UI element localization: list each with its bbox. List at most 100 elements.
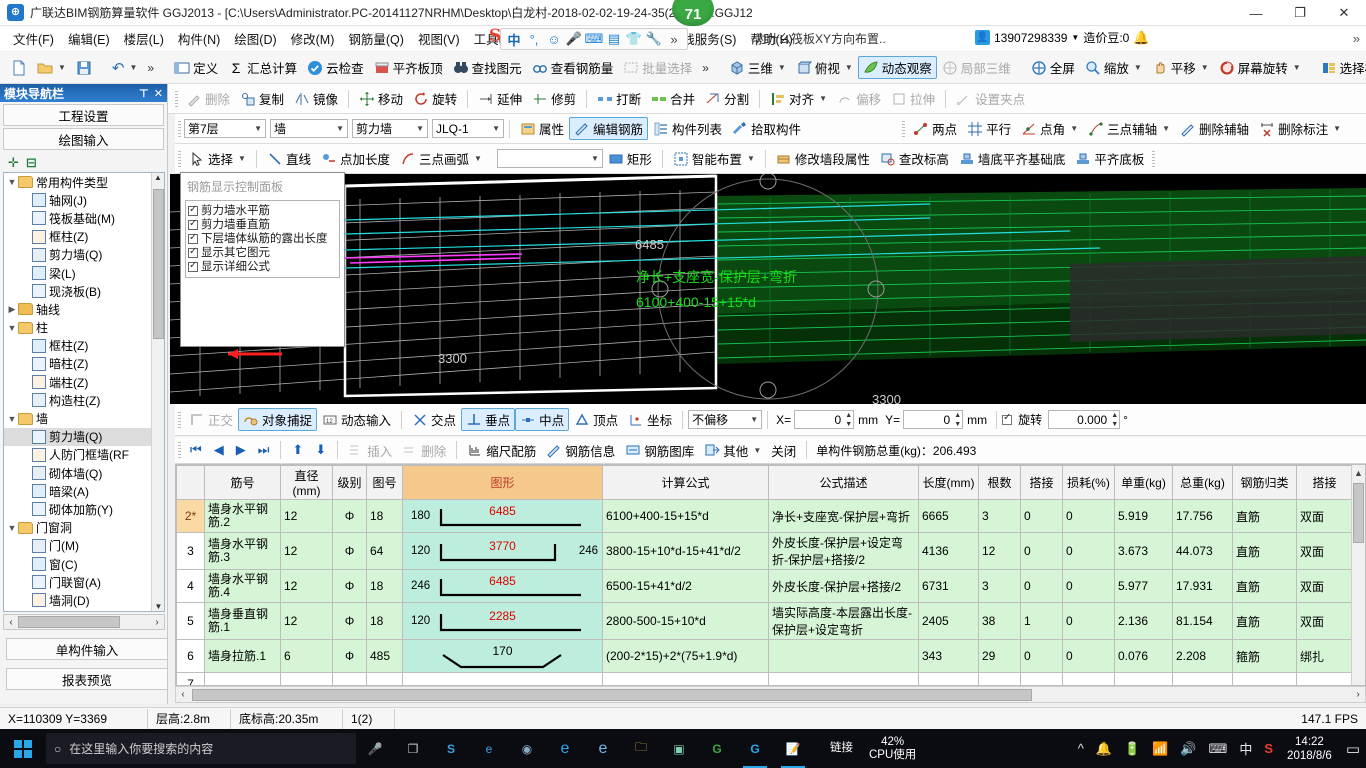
rebar-lap-form[interactable]: 双面 bbox=[1296, 569, 1353, 603]
taskbar-app-ggj-icon[interactable]: G bbox=[736, 729, 774, 768]
undo-button[interactable]: ↶ ▼ bbox=[107, 57, 143, 79]
tray-expand-icon[interactable]: ^ bbox=[1072, 741, 1090, 756]
row-number[interactable]: 5 bbox=[176, 602, 205, 640]
start-button[interactable] bbox=[0, 729, 46, 768]
battery-icon[interactable]: 🔋 bbox=[1118, 741, 1146, 757]
rebar-grade[interactable]: Φ bbox=[332, 602, 367, 640]
rebar-formula-desc[interactable] bbox=[768, 672, 919, 685]
table-row[interactable]: 6 墙身拉筋.1 6 Ф 485 170 (200-2*15)+2*(75+1.9*d) 34… bbox=[176, 639, 1353, 673]
top-view-chevron-down-icon[interactable]: ▼ bbox=[845, 63, 853, 72]
taskbar-link-label[interactable]: 链接 bbox=[830, 742, 853, 755]
table-column-header[interactable]: 根数 bbox=[978, 465, 1021, 500]
two-point-button[interactable]: 两点 bbox=[908, 117, 962, 140]
tree-item[interactable]: 窗(C) bbox=[4, 555, 164, 573]
tree-item[interactable]: 筏板基础(M) bbox=[4, 209, 164, 227]
rebar-diameter[interactable]: 6 bbox=[280, 639, 333, 673]
draw-toolbar-grip-end[interactable] bbox=[1152, 150, 1156, 167]
cloud-check-button[interactable]: 云检查 bbox=[302, 56, 369, 79]
row-number[interactable]: 7 bbox=[176, 672, 205, 685]
table-column-header[interactable]: 钢筋归类 bbox=[1232, 465, 1297, 500]
offset-button[interactable]: 偏移 bbox=[832, 87, 886, 110]
rebar-count[interactable]: 3 bbox=[978, 499, 1021, 533]
rebar-figure-no[interactable]: 18 bbox=[366, 499, 403, 533]
split-button[interactable]: 分割 bbox=[700, 87, 754, 110]
tree-folder[interactable]: ▼ 常用构件类型 bbox=[4, 173, 164, 191]
scroll-left-icon[interactable]: ‹ bbox=[4, 617, 18, 628]
rebar-unit-weight[interactable]: 5.977 bbox=[1114, 569, 1173, 603]
rebar-loss[interactable]: 0 bbox=[1062, 569, 1115, 603]
ime-emoji-icon[interactable]: ☺ bbox=[544, 32, 564, 47]
row-number[interactable]: 3 bbox=[176, 532, 205, 570]
other-chevron-down-icon[interactable]: ▼ bbox=[753, 446, 761, 455]
view-rebar-button[interactable]: 查看钢筋量 bbox=[527, 56, 619, 79]
last-record-button[interactable]: ⏭ bbox=[252, 442, 276, 458]
stretch-button[interactable]: 拉伸 bbox=[886, 87, 940, 110]
checkbox-icon[interactable] bbox=[188, 231, 198, 245]
taskbar-app-green-icon[interactable]: G bbox=[698, 729, 736, 768]
rebar-total-weight[interactable]: 81.154 bbox=[1172, 602, 1233, 640]
rotate-input[interactable]: 0.000 ▲ ▼ bbox=[1048, 410, 1121, 429]
table-scroll-thumb[interactable] bbox=[1353, 483, 1364, 543]
tree-item[interactable]: 剪力墙(Q) bbox=[4, 246, 164, 264]
rebar-figure[interactable]: 3770 120 246 bbox=[402, 532, 603, 570]
new-file-button[interactable] bbox=[6, 58, 32, 78]
type-selector[interactable]: 剪力墙 ▼ bbox=[352, 119, 428, 138]
table-column-header[interactable]: 搭接 bbox=[1020, 465, 1063, 500]
ime-chinese-icon[interactable]: 中 bbox=[504, 30, 524, 49]
rebar-classify[interactable]: 直筋 bbox=[1232, 532, 1297, 570]
bell-icon[interactable]: 🔔 bbox=[1133, 30, 1149, 46]
move-down-button[interactable]: ⬇ bbox=[309, 442, 332, 458]
align-base-slab-button[interactable]: 平齐底板 bbox=[1070, 147, 1149, 170]
move-button[interactable]: 移动 bbox=[354, 87, 408, 110]
open-file-button[interactable]: ▼ bbox=[32, 58, 71, 78]
align-chevron-down-icon[interactable]: ▼ bbox=[819, 94, 827, 103]
taskbar-app-skype-icon[interactable]: S bbox=[432, 729, 470, 768]
table-scroll-up-icon[interactable]: ▲ bbox=[1352, 465, 1365, 478]
calculate-button[interactable]: Σ 汇总计算 bbox=[223, 56, 302, 79]
screen-rotate-button[interactable]: 屏幕旋转 ▼ bbox=[1214, 56, 1306, 79]
undo-chevron-down-icon[interactable]: ▼ bbox=[130, 63, 138, 72]
pick-member-button[interactable]: 拾取构件 bbox=[727, 117, 806, 140]
three-point-axis-chevron-down-icon[interactable]: ▼ bbox=[1162, 124, 1170, 133]
change-elevation-button[interactable]: 查改标高 bbox=[875, 147, 954, 170]
chevron-down-icon[interactable]: ▼ bbox=[6, 323, 18, 333]
chevron-right-icon[interactable]: ▶ bbox=[6, 304, 18, 315]
rebar-diameter[interactable]: 12 bbox=[280, 569, 333, 603]
rebar-formula[interactable]: 2800-500-15+10*d bbox=[602, 602, 769, 640]
rebar-loss[interactable]: 0 bbox=[1062, 532, 1115, 570]
rebar-total-weight[interactable]: 44.073 bbox=[1172, 532, 1233, 570]
rebar-diameter[interactable]: 12 bbox=[280, 532, 333, 570]
tree-item[interactable]: 轴网(J) bbox=[4, 191, 164, 209]
rebar-figure-no[interactable]: 18 bbox=[366, 602, 403, 640]
tree-scroll-down-icon[interactable]: ▼ bbox=[152, 602, 164, 611]
rebar-figure[interactable]: 6485 246 bbox=[402, 569, 603, 603]
view-3d-chevron-down-icon[interactable]: ▼ bbox=[778, 63, 786, 72]
table-column-header[interactable]: 级别 bbox=[332, 465, 367, 500]
table-column-header[interactable]: 图号 bbox=[366, 465, 403, 500]
tree-item[interactable]: 暗柱(Z) bbox=[4, 355, 164, 373]
tree-item[interactable]: 砌体墙(Q) bbox=[4, 464, 164, 482]
rebar-length[interactable]: 6731 bbox=[918, 569, 979, 603]
control-panel-option[interactable]: 显示详细公式 bbox=[188, 259, 337, 274]
tree-hscroll-thumb[interactable] bbox=[18, 616, 120, 628]
select-tool-chevron-down-icon[interactable]: ▼ bbox=[238, 154, 246, 163]
offset-mode-selector[interactable]: 不偏移 ▼ bbox=[688, 410, 763, 429]
point-length-button[interactable]: 点加长度 bbox=[316, 147, 395, 170]
rebar-loss[interactable] bbox=[1062, 672, 1115, 685]
chevron-down-icon[interactable]: ▼ bbox=[6, 523, 18, 533]
rebar-name[interactable]: 墙身水平钢筋.3 bbox=[204, 532, 281, 570]
rebar-count[interactable]: 29 bbox=[978, 639, 1021, 673]
rebar-length[interactable]: 4136 bbox=[918, 532, 979, 570]
table-column-header[interactable]: 损耗(%) bbox=[1062, 465, 1115, 500]
floor-selector[interactable]: 第7层 ▼ bbox=[184, 119, 266, 138]
ime-card-icon[interactable]: ▤ bbox=[604, 31, 624, 47]
point-angle-chevron-down-icon[interactable]: ▼ bbox=[1070, 124, 1078, 133]
tree-item[interactable]: 墙洞(D) bbox=[4, 591, 164, 609]
component-toolbar-grip[interactable] bbox=[178, 120, 181, 137]
object-snap-button[interactable]: 对象捕捉 bbox=[238, 408, 318, 431]
viewport-3d[interactable]: 6485 3300 3300 净长+支座宽-保护层+弯折 6100+400-15+15*… bbox=[170, 174, 1366, 404]
rebar-formula-desc[interactable]: 净长+支座宽-保护层+弯折 bbox=[768, 499, 919, 533]
rebar-formula-desc[interactable] bbox=[768, 639, 919, 673]
project-settings-button[interactable]: 工程设置 bbox=[3, 104, 164, 126]
rebar-length[interactable]: 343 bbox=[918, 639, 979, 673]
